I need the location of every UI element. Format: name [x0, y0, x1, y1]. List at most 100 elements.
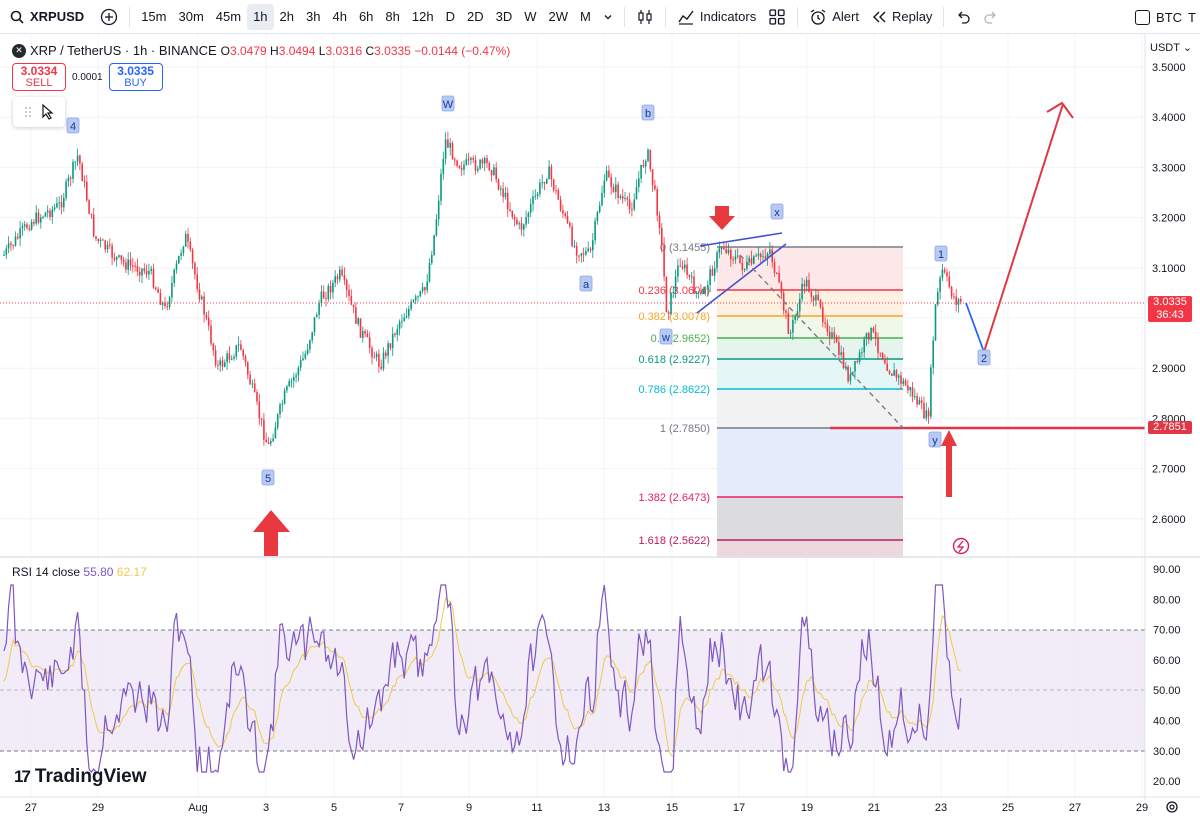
timeframe-3h[interactable]: 3h	[300, 4, 326, 30]
rsi-value: 55.80	[83, 565, 114, 579]
wave-label-y[interactable]: y	[928, 431, 942, 448]
templates-button[interactable]	[762, 4, 792, 30]
timeframe-45m[interactable]: 45m	[210, 4, 247, 30]
brand-name: TradingView	[34, 766, 147, 787]
price-axis[interactable]: 3.50003.40003.30003.20003.10003.00002.90…	[1152, 62, 1186, 526]
timeframe-m[interactable]: M	[574, 4, 597, 30]
top-toolbar: XRPUSD 15m 30m 45m 1h 2h 3h 4h 6h 8h 12h D 2D 3D W 2W M…	[0, 0, 1200, 34]
timeframe-d[interactable]: D	[440, 4, 461, 30]
legend-title[interactable]: XRP / TetherUS · 1h · BINANCE	[30, 43, 217, 58]
fib-level-label: 0.786 (2.8622)	[638, 384, 710, 396]
wave-label-x[interactable]: x	[770, 203, 784, 220]
rsi-tick-label: 50.00	[1153, 685, 1181, 697]
price-tick-label: 3.3000	[1152, 162, 1186, 174]
rsi-axis[interactable]: 90.00 80.00 70.00 60.00 50.00 40.00 30.00 20.00	[1153, 564, 1181, 788]
chart-canvas[interactable]: 0 (3.1455) 0.236 (3.0604) 0.382 (3.0078) 0.…	[0, 34, 1200, 820]
time-axis[interactable]: 27 29 Aug 3 5 7 9 11 13 15 17 19 21 23 25 27 29	[25, 802, 1148, 814]
wave-label-1[interactable]: 1	[934, 245, 948, 262]
indicators-icon	[678, 10, 694, 25]
price-tick-label: 2.9000	[1152, 363, 1186, 375]
timeframe-30m[interactable]: 30m	[172, 4, 209, 30]
wave-label-text: W	[443, 99, 454, 111]
compare-suffix: T	[1188, 9, 1196, 25]
timeframe-4h[interactable]: 4h	[326, 4, 352, 30]
fib-level-label: 1.382 (2.6473)	[638, 492, 710, 504]
compare-checkbox[interactable]	[1135, 9, 1151, 25]
time-tick-label: 9	[466, 802, 472, 814]
timeframe-12h[interactable]: 12h	[406, 4, 440, 30]
chart-type-button[interactable]	[630, 4, 660, 30]
replay-button[interactable]: Replay	[865, 4, 938, 30]
fib-level-label: 1 (2.7850)	[660, 423, 710, 435]
wave-label-W[interactable]: W	[441, 95, 455, 112]
up-arrow-icon	[941, 430, 957, 497]
wave-label-b[interactable]: b	[641, 104, 655, 121]
timeframe-dropdown[interactable]	[597, 4, 619, 30]
wave-label-a[interactable]: a	[579, 275, 593, 292]
wave-label-text: 1	[938, 249, 944, 261]
wave-label-text: a	[583, 279, 590, 291]
settings-gear-icon[interactable]	[1166, 801, 1178, 813]
drag-handle-icon[interactable]	[24, 106, 32, 118]
up-arrow-icon	[253, 510, 290, 556]
rsi-ma-value: 62.17	[116, 565, 147, 579]
wave-label-4[interactable]: 4	[66, 117, 80, 134]
indicators-button[interactable]: Indicators	[671, 4, 762, 30]
timeframe-15m[interactable]: 15m	[135, 4, 172, 30]
toolbar-divider	[797, 6, 799, 27]
low-value: 3.0316	[325, 43, 363, 58]
close-label: C	[365, 43, 375, 58]
timeframe-3d[interactable]: 3D	[490, 4, 519, 30]
rsi-tick-label: 80.00	[1153, 594, 1181, 606]
timeframe-w[interactable]: W	[518, 4, 542, 30]
indicators-label: Indicators	[699, 9, 757, 24]
redo-button[interactable]	[977, 4, 1005, 30]
timeframe-2d[interactable]: 2D	[461, 4, 490, 30]
lightning-icon[interactable]	[952, 537, 970, 555]
compare-label: BTC	[1156, 9, 1183, 25]
currency-selector[interactable]: USDT ⌄	[1150, 41, 1192, 54]
wave-label-5[interactable]: 5	[261, 469, 275, 486]
compare-toggle[interactable]: BTC T	[1135, 0, 1200, 34]
cursor-arrow-icon[interactable]	[41, 104, 55, 120]
alert-button[interactable]: Alert	[803, 4, 865, 30]
wave-label-w[interactable]: w	[659, 328, 673, 345]
replay-label: Replay	[891, 9, 933, 24]
buy-price: 3.0335	[117, 64, 154, 78]
timeframe-1h[interactable]: 1h	[247, 3, 274, 30]
sell-price: 3.0334	[20, 64, 58, 78]
rsi-tick-label: 60.00	[1153, 655, 1181, 667]
high-label: H	[270, 43, 279, 58]
timeframe-6h[interactable]: 6h	[353, 4, 379, 30]
time-tick-label: 29	[92, 802, 104, 814]
projection-wave-2[interactable]	[965, 302, 985, 353]
timeframe-2h[interactable]: 2h	[274, 4, 300, 30]
tradingview-logo[interactable]: 17 TradingView	[14, 766, 147, 788]
close-value: 3.0335	[374, 43, 411, 58]
symbol-search[interactable]: XRPUSD	[0, 9, 94, 24]
fib-level-label: 1.618 (2.5622)	[638, 535, 710, 547]
buy-label: BUY	[124, 77, 147, 89]
currency-label: USDT	[1150, 42, 1180, 54]
toolbar-divider	[943, 6, 945, 27]
wave-label-text: x	[774, 207, 780, 219]
wave-label-2[interactable]: 2	[977, 349, 991, 366]
undo-button[interactable]	[949, 4, 977, 30]
open-value: 3.0479	[229, 43, 267, 58]
time-tick-label: 25	[1002, 802, 1014, 814]
redo-icon	[984, 11, 997, 24]
buy-button[interactable]: 3.0335 BUY	[108, 63, 163, 91]
candles-icon	[638, 9, 652, 24]
time-tick-label: 29	[1136, 802, 1148, 814]
timeframe-2w[interactable]: 2W	[543, 4, 575, 30]
timeframe-8h[interactable]: 8h	[379, 4, 405, 30]
search-icon	[10, 10, 24, 24]
rsi-label[interactable]: RSI 14 close	[12, 565, 80, 579]
compare-symbol-button[interactable]	[94, 4, 124, 30]
sell-button[interactable]: 3.0334 SELL	[12, 63, 66, 91]
time-tick-label: 13	[598, 802, 610, 814]
fib-level-label: 0.382 (3.0078)	[638, 311, 710, 323]
projection-target-arrow[interactable]	[983, 103, 1064, 353]
undo-icon	[958, 11, 971, 24]
high-value: 3.0494	[278, 43, 316, 58]
